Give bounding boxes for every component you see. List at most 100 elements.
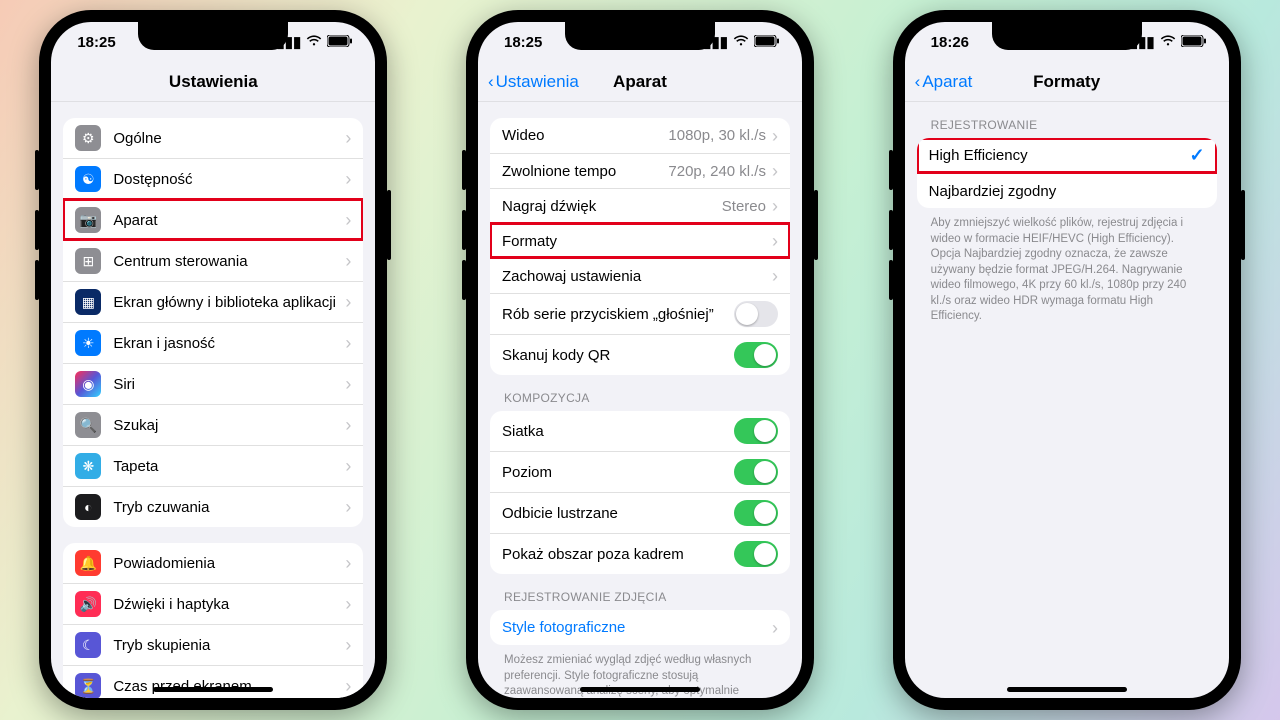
content[interactable]: Wideo1080p, 30 kl./s›Zwolnione tempo720p… — [478, 102, 802, 698]
row-detail: 1080p, 30 kl./s — [668, 127, 766, 144]
list-row[interactable]: Style fotograficzne› — [490, 610, 790, 645]
list-row[interactable]: Poziom — [490, 451, 790, 492]
chevron-right-icon: › — [345, 677, 351, 695]
list-row[interactable]: Nagraj dźwiękStereo › — [490, 188, 790, 223]
list-row[interactable]: Najbardziej zgodny — [917, 173, 1217, 208]
home-indicator[interactable] — [1007, 687, 1127, 692]
chevron-right-icon: › — [345, 170, 351, 188]
group-footer: Aby zmniejszyć wielkość plików, rejestru… — [917, 208, 1217, 325]
chevron-left-icon: ‹ — [915, 72, 921, 92]
list-row[interactable]: ◉Siri› — [63, 363, 363, 404]
list-row[interactable]: ☯Dostępność› — [63, 158, 363, 199]
back-label: Ustawienia — [496, 72, 579, 92]
chevron-right-icon: › — [345, 457, 351, 475]
page-title: Formaty — [1033, 72, 1100, 92]
settings-group: ⚙Ogólne›☯Dostępność›📷Aparat›⊞Centrum ste… — [63, 118, 363, 527]
clock: 18:25 — [77, 34, 115, 51]
chevron-right-icon: › — [345, 595, 351, 613]
accessibility-icon: ☯ — [75, 166, 101, 192]
screen: 18:26 ▮▮▮▮ ‹ Aparat Formaty REJESTROWANI… — [905, 22, 1229, 698]
group-header: REJESTROWANIE — [917, 118, 1217, 138]
group-header: REJESTROWANIE ZDJĘCIA — [490, 590, 790, 610]
row-label: Centrum sterowania — [113, 253, 345, 270]
list-row[interactable]: Skanuj kody QR — [490, 334, 790, 375]
list-row[interactable]: ⊞Centrum sterowania› — [63, 240, 363, 281]
screen: 18:25 ▮▮▮▮ Ustawienia ⚙Ogólne›☯Dostępnoś… — [51, 22, 375, 698]
chevron-right-icon: › — [772, 127, 778, 145]
screen-time-icon: ⏳ — [75, 673, 101, 698]
chevron-right-icon: › — [345, 498, 351, 516]
row-label: Formaty — [502, 233, 772, 250]
row-label: Nagraj dźwięk — [502, 198, 722, 215]
list-row[interactable]: 🔍Szukaj› — [63, 404, 363, 445]
list-row[interactable]: 🔔Powiadomienia› — [63, 543, 363, 583]
row-detail: Stereo — [722, 198, 766, 215]
toggle[interactable] — [734, 459, 778, 485]
notch — [565, 22, 715, 50]
nav-bar: ‹ Aparat Formaty — [905, 62, 1229, 102]
row-label: Dźwięki i haptyka — [113, 596, 345, 613]
chevron-right-icon: › — [772, 197, 778, 215]
row-label: Odbicie lustrzane — [502, 505, 734, 522]
phone-3: 18:26 ▮▮▮▮ ‹ Aparat Formaty REJESTROWANI… — [893, 10, 1241, 710]
home-indicator[interactable] — [153, 687, 273, 692]
brightness-icon: ☀ — [75, 330, 101, 356]
wifi-icon — [1160, 34, 1176, 51]
list-row[interactable]: ⏳Czas przed ekranem› — [63, 665, 363, 698]
list-row[interactable]: Zachowaj ustawienia› — [490, 258, 790, 293]
list-row[interactable]: ◐Tryb czuwania› — [63, 486, 363, 527]
toggle[interactable] — [734, 500, 778, 526]
list-row[interactable]: ☾ Tryb skupienia› — [63, 624, 363, 665]
list-row[interactable]: 📷Aparat› — [63, 199, 363, 240]
screen: 18:25 ▮▮▮▮ ‹ Ustawienia Aparat Wideo1080… — [478, 22, 802, 698]
page-title: Ustawienia — [169, 72, 258, 92]
back-button[interactable]: ‹ Ustawienia — [488, 72, 579, 92]
chevron-right-icon: › — [345, 636, 351, 654]
content[interactable]: REJESTROWANIEHigh Efficiency✓ Najbardziej… — [905, 102, 1229, 698]
row-label: Tryb skupienia — [113, 637, 345, 654]
list-row[interactable]: ▦Ekran główny i biblioteka aplikacji› — [63, 281, 363, 322]
toggle[interactable] — [734, 541, 778, 567]
list-row[interactable]: 🔊Dźwięki i haptyka› — [63, 583, 363, 624]
clock: 18:25 — [504, 34, 542, 51]
toggle[interactable] — [734, 418, 778, 444]
row-label: Tryb czuwania — [113, 499, 345, 516]
focus-icon: ☾ — [75, 632, 101, 658]
chevron-right-icon: › — [772, 619, 778, 637]
list-row[interactable]: Pokaż obszar poza kadrem — [490, 533, 790, 574]
notch — [138, 22, 288, 50]
list-row[interactable]: High Efficiency✓ — [917, 138, 1217, 173]
back-button[interactable]: ‹ Aparat — [915, 72, 973, 92]
toggle[interactable] — [734, 301, 778, 327]
row-label: Ekran i jasność — [113, 335, 345, 352]
list-row[interactable]: Odbicie lustrzane — [490, 492, 790, 533]
list-row[interactable]: ❋Tapeta› — [63, 445, 363, 486]
toggle[interactable] — [734, 342, 778, 368]
row-label: Najbardziej zgodny — [929, 183, 1205, 200]
list-row[interactable]: Siatka — [490, 411, 790, 451]
home-screen-icon: ▦ — [75, 289, 101, 315]
nav-bar: ‹ Ustawienia Aparat — [478, 62, 802, 102]
settings-group: REJESTROWANIE ZDJĘCIAStyle fotograficzne… — [490, 590, 790, 698]
settings-group: 🔔Powiadomienia›🔊Dźwięki i haptyka› ☾ Tryb … — [63, 543, 363, 698]
camera-icon: 📷 — [75, 207, 101, 233]
chevron-right-icon: › — [345, 252, 351, 270]
home-indicator[interactable] — [580, 687, 700, 692]
list-row[interactable]: Wideo1080p, 30 kl./s› — [490, 118, 790, 153]
siri-icon: ◉ — [75, 371, 101, 397]
phone-1: 18:25 ▮▮▮▮ Ustawienia ⚙Ogólne›☯Dostępnoś… — [39, 10, 387, 710]
row-label: Tapeta — [113, 458, 345, 475]
settings-list: Style fotograficzne› — [490, 610, 790, 645]
list-row[interactable]: Rób serie przyciskiem „głośniej” — [490, 293, 790, 334]
page-title: Aparat — [613, 72, 667, 92]
list-row[interactable]: ⚙Ogólne› — [63, 118, 363, 158]
list-row[interactable]: ☀Ekran i jasność› — [63, 322, 363, 363]
content[interactable]: ⚙Ogólne›☯Dostępność›📷Aparat›⊞Centrum ste… — [51, 102, 375, 698]
gear-icon: ⚙ — [75, 125, 101, 151]
chevron-left-icon: ‹ — [488, 72, 494, 92]
row-label: Siri — [113, 376, 345, 393]
row-label: High Efficiency — [929, 147, 1190, 164]
list-row[interactable]: Formaty› — [490, 223, 790, 258]
list-row[interactable]: Zwolnione tempo720p, 240 kl./s› — [490, 153, 790, 188]
row-label: Powiadomienia — [113, 555, 345, 572]
